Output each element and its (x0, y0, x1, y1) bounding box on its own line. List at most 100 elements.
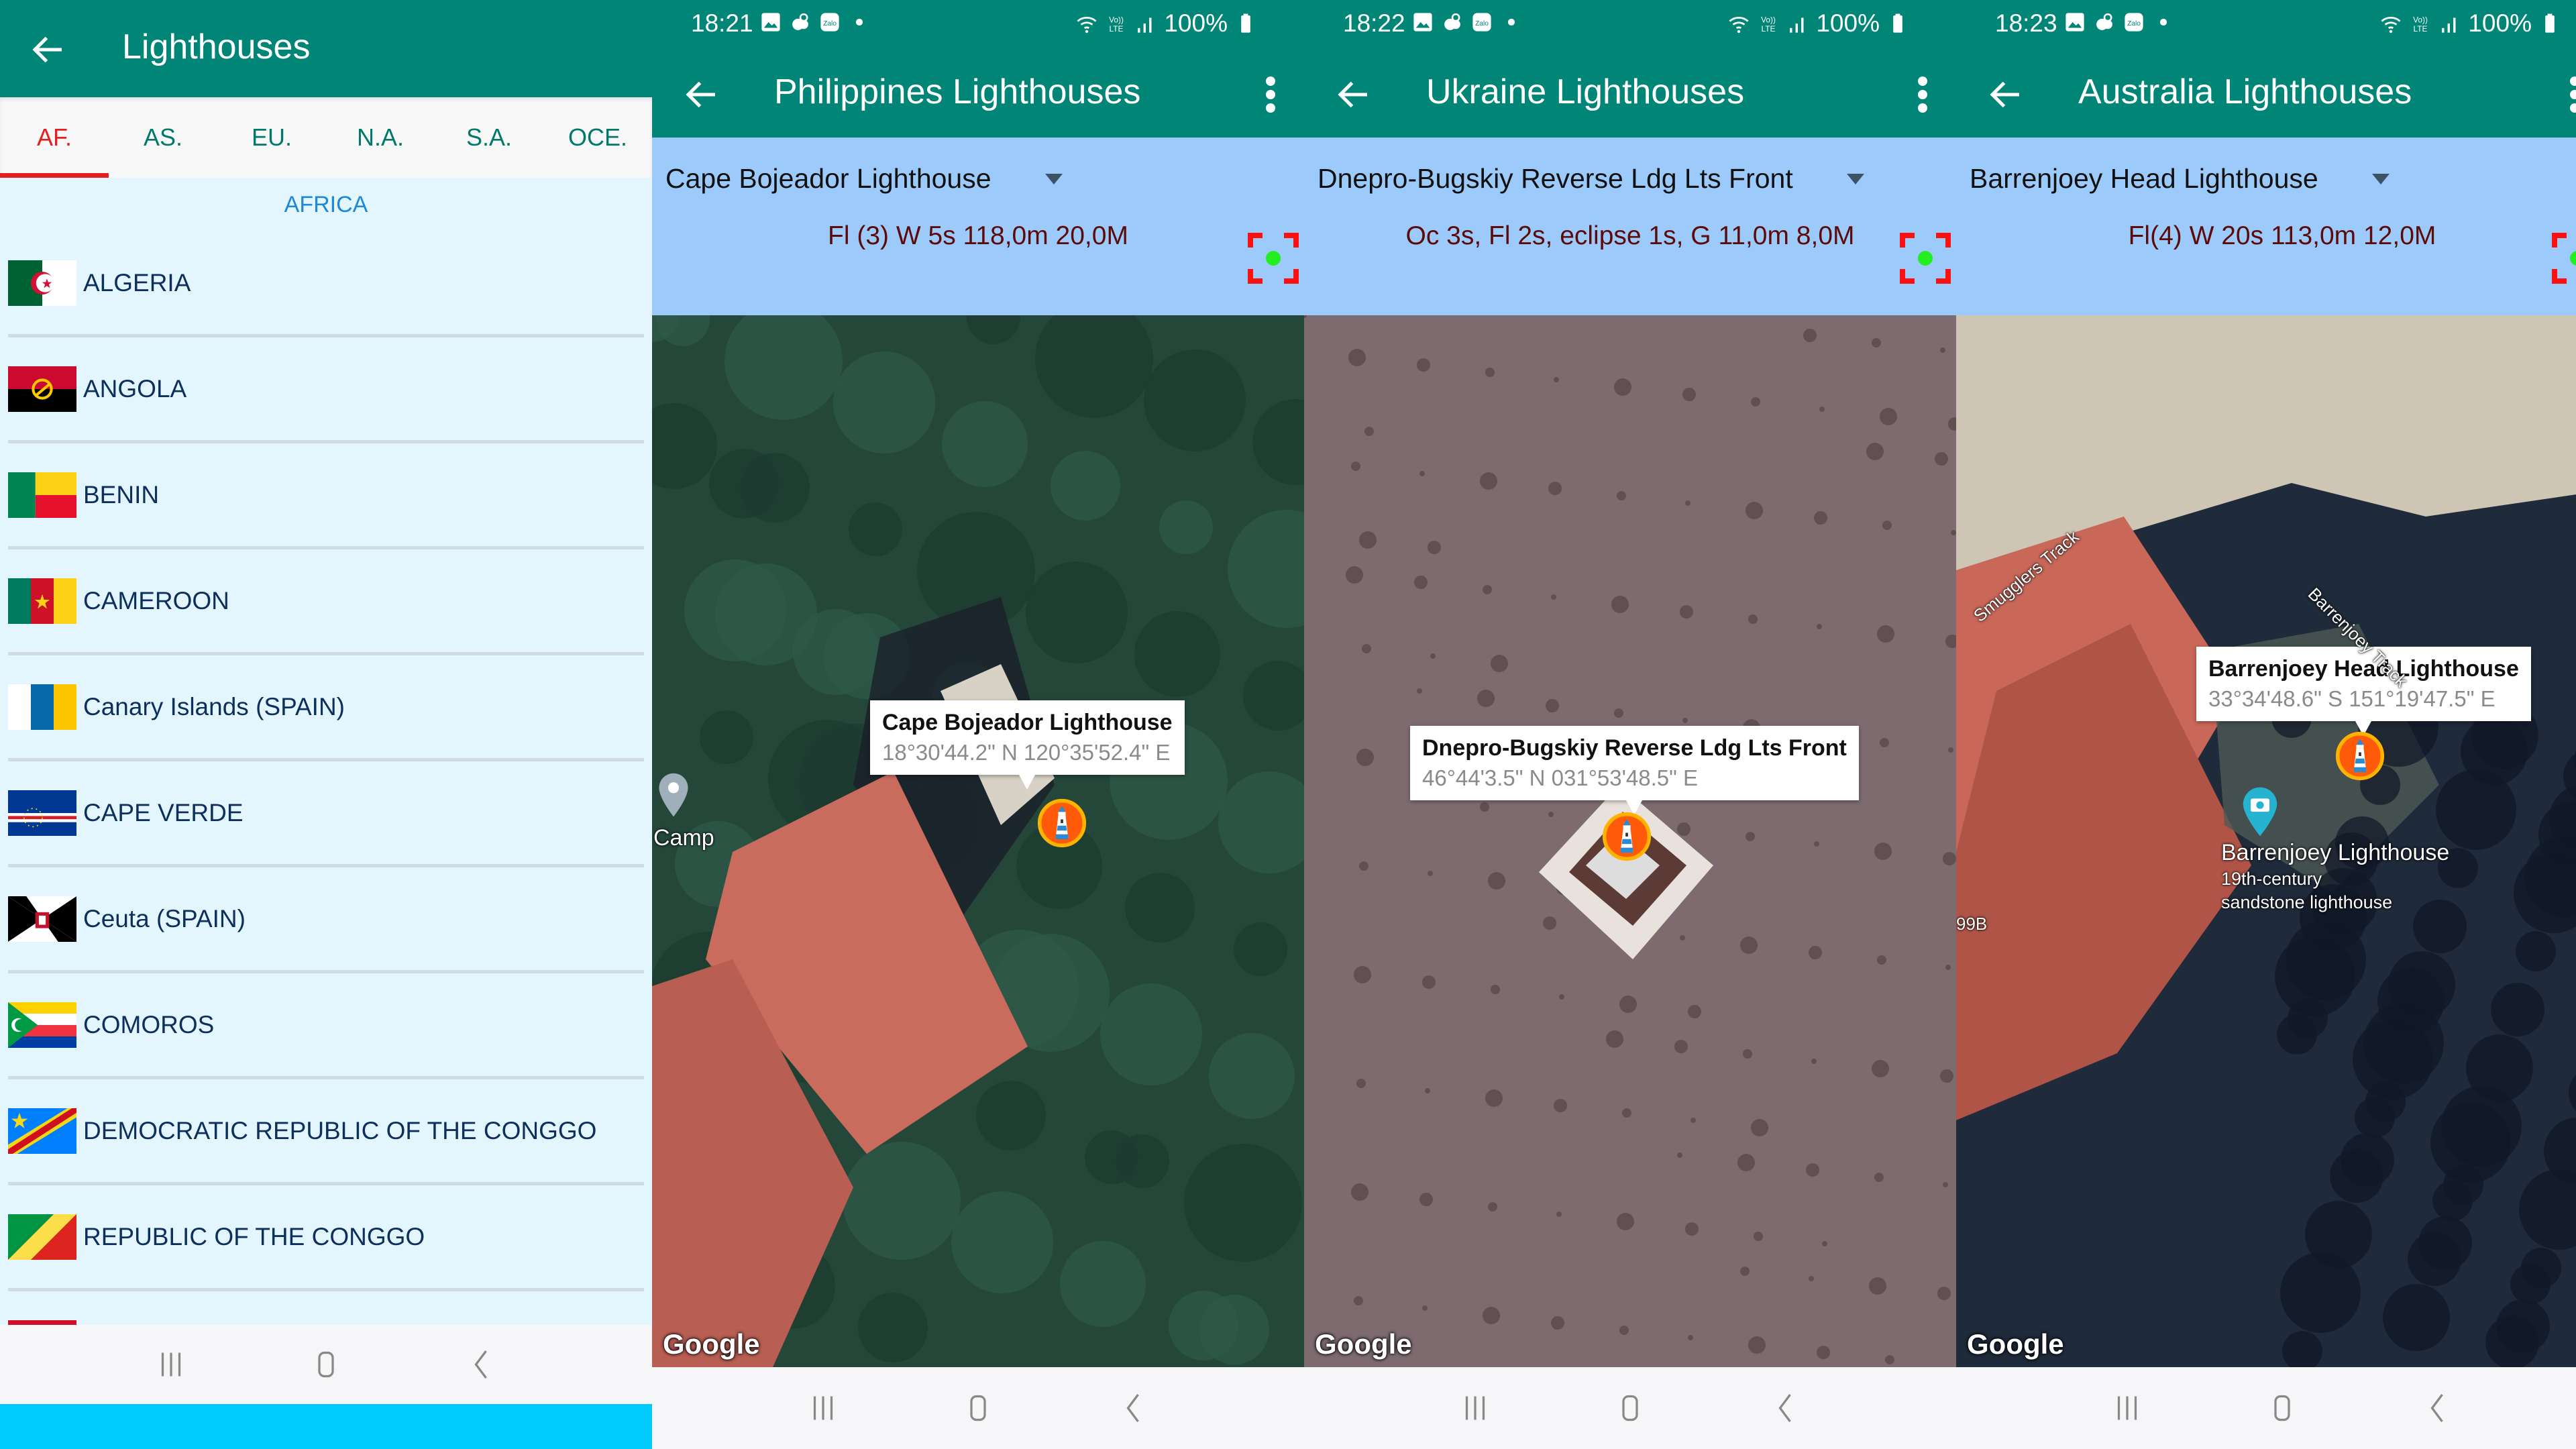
cameroon-flag-icon (8, 578, 76, 624)
back-nav-icon[interactable] (1113, 1388, 1153, 1428)
tab-oceania[interactable]: OCE. (543, 97, 652, 178)
marker-info-window[interactable]: Dnepro-Bugskiy Reverse Ldg Lts Front 46°… (1410, 726, 1859, 815)
lighthouse-info-panel: Dnepro-Bugskiy Reverse Ldg Lts Front Oc … (1304, 138, 1956, 315)
notification-dot-icon (1500, 11, 1523, 34)
list-item[interactable]: DEMOCRATIC REPUBLIC OF THE CONGGO (8, 1079, 644, 1185)
list-item[interactable]: ALGERIA (8, 231, 644, 337)
country-name: ANGOLA (83, 374, 187, 402)
zalo-icon: Zalo (2123, 11, 2145, 34)
info-window-coordinates: 18°30'44.2" N 120°35'52.4" E (882, 740, 1171, 765)
country-name: CAMEROON (83, 586, 229, 614)
satellite-map[interactable]: Dnepro-Bugskiy Reverse Ldg Lts Front 46°… (1304, 315, 1956, 1367)
tab-north-america[interactable]: N.A. (326, 97, 435, 178)
overflow-menu-icon[interactable] (2568, 74, 2576, 114)
list-item[interactable] (8, 1291, 644, 1326)
lighthouse-dropdown[interactable]: Dnepro-Bugskiy Reverse Ldg Lts Front (1318, 163, 1864, 195)
system-nav-bar (1956, 1367, 2576, 1449)
back-arrow-icon[interactable] (1986, 74, 2026, 115)
light-characteristic: Fl(4) W 20s 113,0m 12,0M (2128, 221, 2436, 250)
country-name: CAPE VERDE (83, 798, 244, 826)
satellite-map[interactable]: Cape Bojeador Lighthouse 18°30'44.2" N 1… (652, 315, 1304, 1367)
map-place-label: Barrenjoey Lighthouse (2221, 840, 2450, 865)
list-item[interactable]: ANGOLA (8, 337, 644, 443)
selected-lighthouse: Barrenjoey Head Lighthouse (1970, 163, 2318, 194)
lighthouse-info-panel: Barrenjoey Head Lighthouse Fl(4) W 20s 1… (1956, 138, 2576, 315)
info-window-title: Barrenjoey Head Lighthouse (2208, 656, 2519, 682)
benin-flag-icon (8, 472, 76, 518)
overflow-menu-icon[interactable] (1916, 74, 1929, 114)
lighthouse-marker-icon[interactable] (2335, 731, 2385, 781)
recent-apps-icon[interactable] (1455, 1388, 1495, 1428)
clock: 18:21 (691, 9, 753, 37)
lighthouse-dropdown[interactable]: Cape Bojeador Lighthouse (665, 163, 1063, 195)
lighthouse-dropdown[interactable]: Barrenjoey Head Lighthouse (1970, 163, 2390, 195)
light-characteristic: Oc 3s, Fl 2s, eclipse 1s, G 11,0m 8,0M (1405, 221, 1855, 250)
country-name: Ceuta (SPAIN) (83, 904, 246, 932)
tab-south-america[interactable]: S.A. (435, 97, 543, 178)
svg-text:Vo)): Vo)) (2413, 15, 2428, 24)
list-item[interactable]: Ceuta (SPAIN) (8, 867, 644, 973)
lighthouse-marker-icon[interactable] (1602, 812, 1652, 861)
info-window-title: Dnepro-Bugskiy Reverse Ldg Lts Front (1422, 735, 1847, 761)
photo-pin-icon[interactable] (2241, 785, 2279, 839)
list-item[interactable]: COMOROS (8, 973, 644, 1079)
notification-dot-icon (848, 11, 871, 34)
ceuta-flag-icon (8, 896, 76, 942)
page-title: Ukraine Lighthouses (1426, 72, 1745, 111)
recent-apps-icon[interactable] (2107, 1388, 2147, 1428)
toolbar: Lighthouses (0, 0, 652, 97)
back-arrow-icon[interactable] (1334, 74, 1374, 115)
list-item[interactable]: CAMEROON (8, 549, 644, 655)
section-header: AFRICA (284, 192, 368, 217)
recent-apps-icon[interactable] (803, 1388, 843, 1428)
list-item[interactable]: Canary Islands (SPAIN) (8, 655, 644, 761)
list-item[interactable]: REPUBLIC OF THE CONGGO (8, 1185, 644, 1291)
cape-verde-flag-icon (8, 790, 76, 836)
selected-lighthouse: Dnepro-Bugskiy Reverse Ldg Lts Front (1318, 163, 1793, 194)
google-attribution: Google (663, 1328, 760, 1360)
country-list[interactable]: ALGERIA ANGOLA BENIN CAMEROON Canary Isl… (0, 231, 652, 1326)
place-pin-icon[interactable] (655, 771, 692, 818)
dropdown-arrow-icon (1846, 173, 1864, 184)
info-window-coordinates: 33°34'48.6" S 151°19'47.5" E (2208, 686, 2496, 711)
home-icon[interactable] (1610, 1388, 1650, 1428)
gallery-icon (2063, 11, 2086, 34)
gallery-icon (1411, 11, 1434, 34)
back-arrow-icon[interactable] (28, 30, 68, 70)
selected-lighthouse: Cape Bojeador Lighthouse (665, 163, 991, 194)
my-location-icon[interactable] (1898, 231, 1952, 285)
recent-apps-icon[interactable] (151, 1344, 191, 1385)
back-arrow-icon[interactable] (682, 74, 722, 115)
weather-icon (2093, 11, 2116, 34)
country-name: REPUBLIC OF THE CONGGO (83, 1222, 425, 1250)
svg-text:Zalo: Zalo (823, 20, 837, 28)
back-nav-icon[interactable] (2417, 1388, 2457, 1428)
congo-flag-icon (8, 1214, 76, 1260)
signal-icon (1786, 12, 1809, 35)
page-title: Philippines Lighthouses (774, 72, 1141, 111)
list-item[interactable]: BENIN (8, 443, 644, 549)
tab-asia[interactable]: AS. (109, 97, 217, 178)
info-window-title: Cape Bojeador Lighthouse (882, 710, 1173, 735)
info-window-coordinates: 46°44'3.5" N 031°53'48.5" E (1422, 765, 1699, 790)
page-title: Australia Lighthouses (2078, 72, 2412, 111)
my-location-icon[interactable] (1246, 231, 1300, 285)
lighthouse-marker-icon[interactable] (1037, 798, 1087, 848)
notification-dot-icon (2152, 11, 2175, 34)
my-location-icon[interactable] (2551, 231, 2576, 285)
status-bar: 18:23 Zalo Vo)) LTE 100% (1956, 0, 2576, 50)
home-icon[interactable] (306, 1344, 346, 1385)
tab-europe[interactable]: EU. (217, 97, 326, 178)
home-icon[interactable] (2262, 1388, 2302, 1428)
tab-africa[interactable]: AF. (0, 97, 109, 178)
overflow-menu-icon[interactable] (1264, 74, 1277, 114)
back-nav-icon[interactable] (461, 1344, 501, 1385)
satellite-map[interactable]: Barrenjoey Head Lighthouse 33°34'48.6" S… (1956, 315, 2576, 1367)
marker-info-window[interactable]: Cape Bojeador Lighthouse 18°30'44.2" N 1… (870, 700, 1185, 790)
svg-text:LTE: LTE (1110, 24, 1124, 34)
back-nav-icon[interactable] (1765, 1388, 1805, 1428)
status-bar: 18:22 Zalo Vo)) LTE 100% (1304, 0, 1956, 50)
signal-icon (1134, 12, 1157, 35)
list-item[interactable]: CAPE VERDE (8, 761, 644, 867)
home-icon[interactable] (958, 1388, 998, 1428)
